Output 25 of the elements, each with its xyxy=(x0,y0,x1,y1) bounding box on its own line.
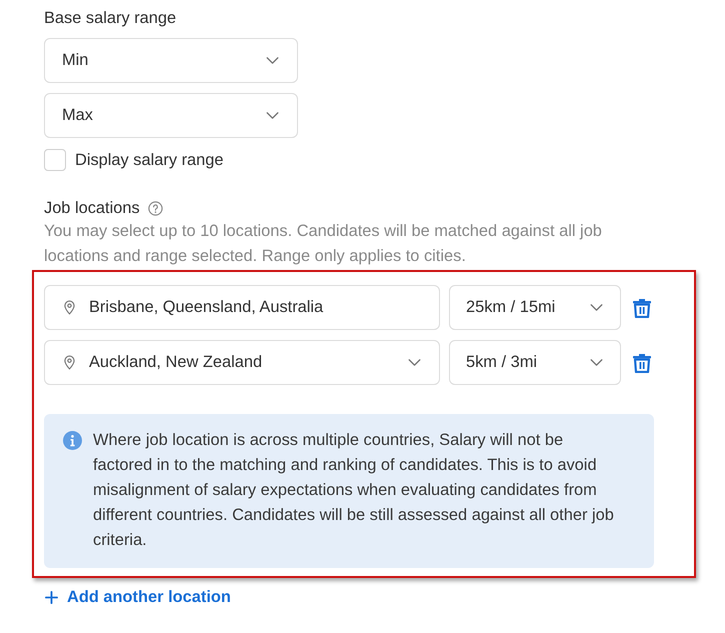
pin-icon xyxy=(64,300,75,315)
trash-icon[interactable] xyxy=(633,298,651,318)
pin-icon xyxy=(64,355,75,370)
salary-select[interactable]: Min xyxy=(44,38,298,83)
caret-icon xyxy=(266,57,279,64)
info-icon xyxy=(63,431,82,450)
range-select[interactable]: 25km / 15mi xyxy=(449,285,621,330)
info-text: Where job location is across multiple countries, Salary will not be factored in to the matching and ranking of candidates. This is to avoid misalignment of salary expectations when evaluating candidates from different countries. Candidates will be still assessed against all other job criteria. xyxy=(93,430,615,551)
location-field[interactable]: Auckland, New Zealand xyxy=(44,340,440,385)
trash-icon[interactable] xyxy=(633,352,651,372)
salary-select[interactable]: Max xyxy=(44,93,298,138)
range-select[interactable]: 5km / 3mi xyxy=(449,340,621,385)
caret-icon xyxy=(590,359,603,366)
caret-icon xyxy=(590,304,603,311)
checkbox[interactable] xyxy=(44,149,66,171)
help-text: You may select up to 10 locations. Candidates will be matched against all job locations and range selected. Range only applies to cities. xyxy=(44,221,603,267)
add-location-link[interactable]: Add another location xyxy=(45,586,231,608)
help-icon[interactable] xyxy=(148,200,163,216)
location-field[interactable]: Brisbane, Queensland, Australia xyxy=(44,285,440,330)
job-locations-label: Job locations xyxy=(44,198,140,218)
checkbox-label: Display salary range xyxy=(75,150,224,170)
caret-icon xyxy=(408,359,421,366)
plus-icon xyxy=(45,590,58,604)
salary-label: Base salary range xyxy=(44,8,176,28)
caret-icon xyxy=(266,112,279,119)
